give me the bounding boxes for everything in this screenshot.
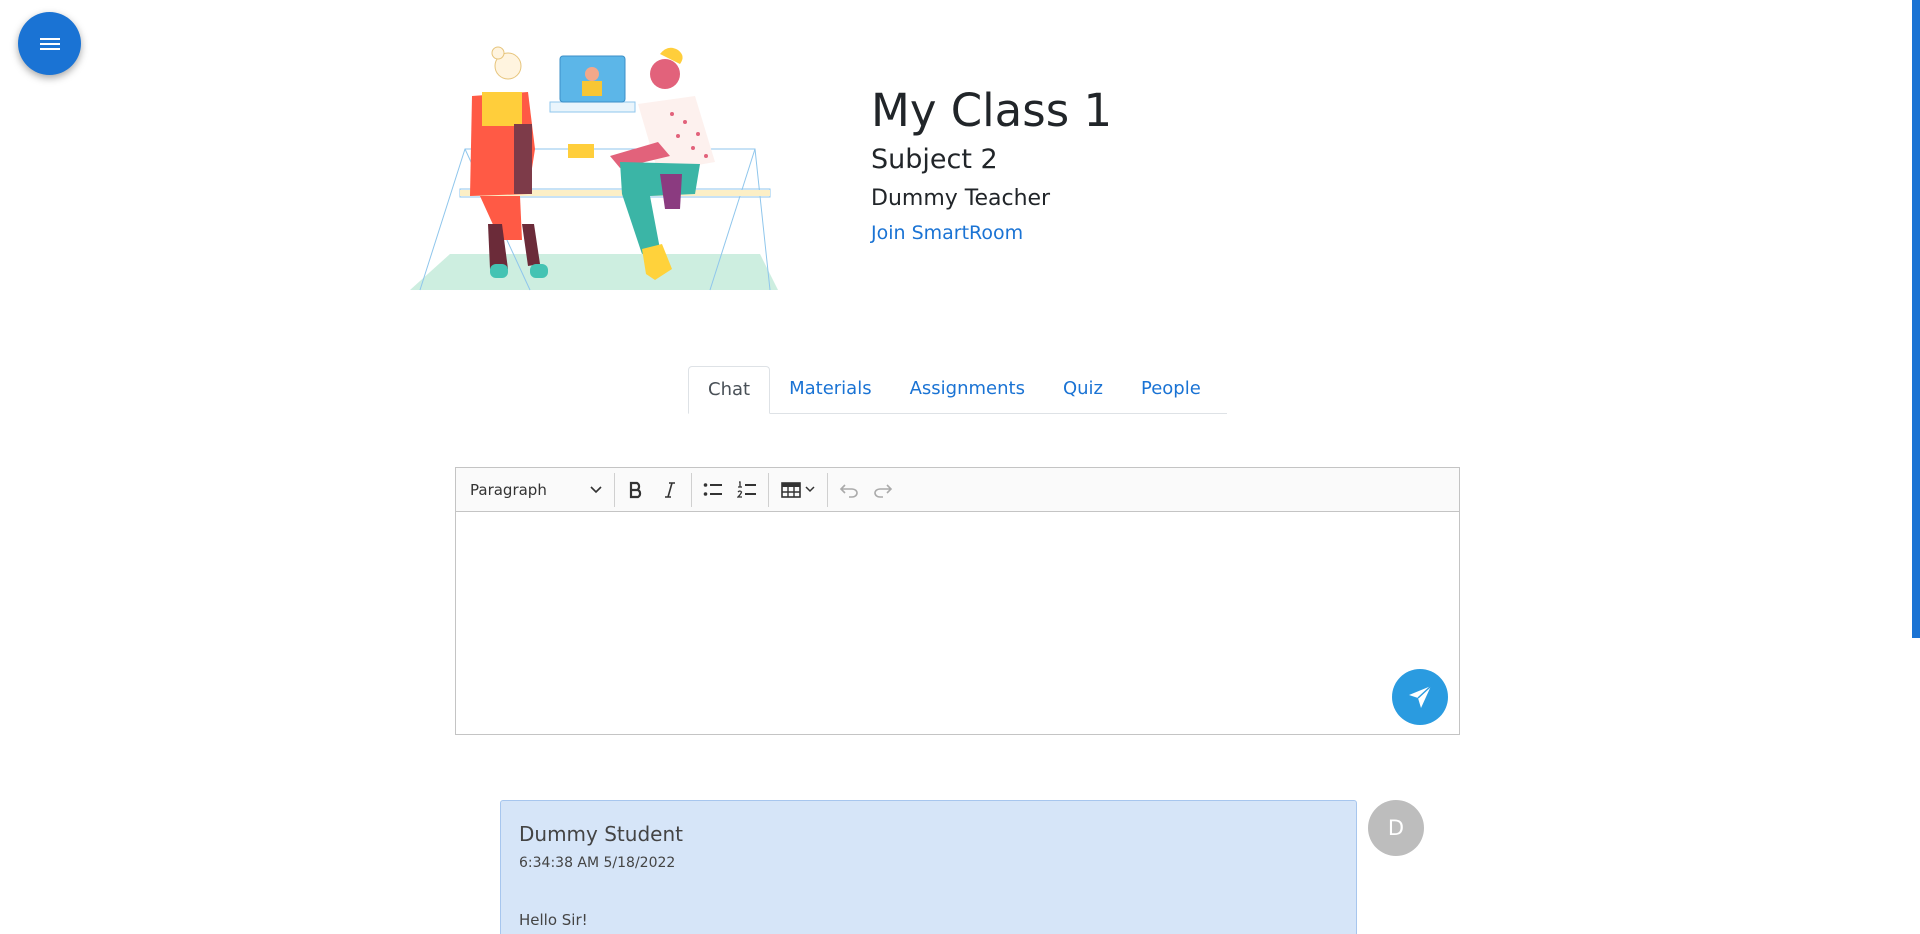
insert-table-button[interactable] <box>773 473 823 507</box>
class-teacher: Dummy Teacher <box>871 186 1051 211</box>
message-author: Dummy Student <box>519 822 683 846</box>
tab-chat[interactable]: Chat <box>688 366 771 414</box>
send-icon <box>1409 685 1432 708</box>
numbered-list-icon <box>737 480 756 498</box>
class-title: My Class 1 <box>871 84 1113 137</box>
tab-assignments[interactable]: Assignments <box>891 366 1044 412</box>
tab-people[interactable]: People <box>1122 366 1220 412</box>
tab-quiz[interactable]: Quiz <box>1044 366 1122 412</box>
chevron-down-icon <box>590 485 602 493</box>
bulleted-list-icon <box>703 482 722 496</box>
italic-button[interactable] <box>653 473 687 507</box>
page: My Class 1 Subject 2 Dummy Teacher Join … <box>0 0 1920 934</box>
two-people-at-laptop-illustration <box>410 46 778 291</box>
tab-materials[interactable]: Materials <box>770 366 891 412</box>
undo-button[interactable] <box>832 473 866 507</box>
send-button[interactable] <box>1392 669 1448 725</box>
toolbar-separator <box>827 472 828 507</box>
editor-toolbar: Paragraph <box>456 468 1459 512</box>
message-timestamp: 6:34:38 AM 5/18/2022 <box>519 855 676 871</box>
redo-icon <box>874 483 893 498</box>
redo-button[interactable] <box>866 473 900 507</box>
class-tabs: Chat Materials Assignments Quiz People <box>688 366 1227 414</box>
chat-message: Dummy Student 6:34:38 AM 5/18/2022 Hello… <box>500 800 1357 934</box>
hamburger-menu-icon <box>39 37 60 50</box>
bold-button[interactable] <box>619 473 653 507</box>
italic-icon <box>665 481 675 498</box>
bold-icon <box>629 481 642 498</box>
message-body: Hello Sir! <box>519 911 588 929</box>
undo-icon <box>839 483 858 498</box>
class-info: My Class 1 Subject 2 Dummy Teacher Join … <box>871 82 1112 246</box>
join-smartroom-link[interactable]: Join SmartRoom <box>871 220 1023 246</box>
scrollbar-thumb[interactable] <box>1912 0 1920 638</box>
numbered-list-button[interactable] <box>730 473 764 507</box>
chat-editor: Paragraph <box>455 467 1460 735</box>
scrollbar[interactable] <box>1912 0 1920 934</box>
menu-button[interactable] <box>18 12 81 75</box>
heading-select[interactable]: Paragraph <box>460 473 610 507</box>
avatar: D <box>1368 800 1424 856</box>
table-icon <box>781 481 801 498</box>
class-subject: Subject 2 <box>871 144 998 175</box>
message-input[interactable] <box>456 512 1459 734</box>
toolbar-separator <box>614 472 615 507</box>
toolbar-separator <box>691 472 692 507</box>
toolbar-separator <box>768 472 769 507</box>
bulleted-list-button[interactable] <box>696 473 730 507</box>
heading-select-value: Paragraph <box>470 480 547 499</box>
chevron-down-icon <box>805 486 815 493</box>
